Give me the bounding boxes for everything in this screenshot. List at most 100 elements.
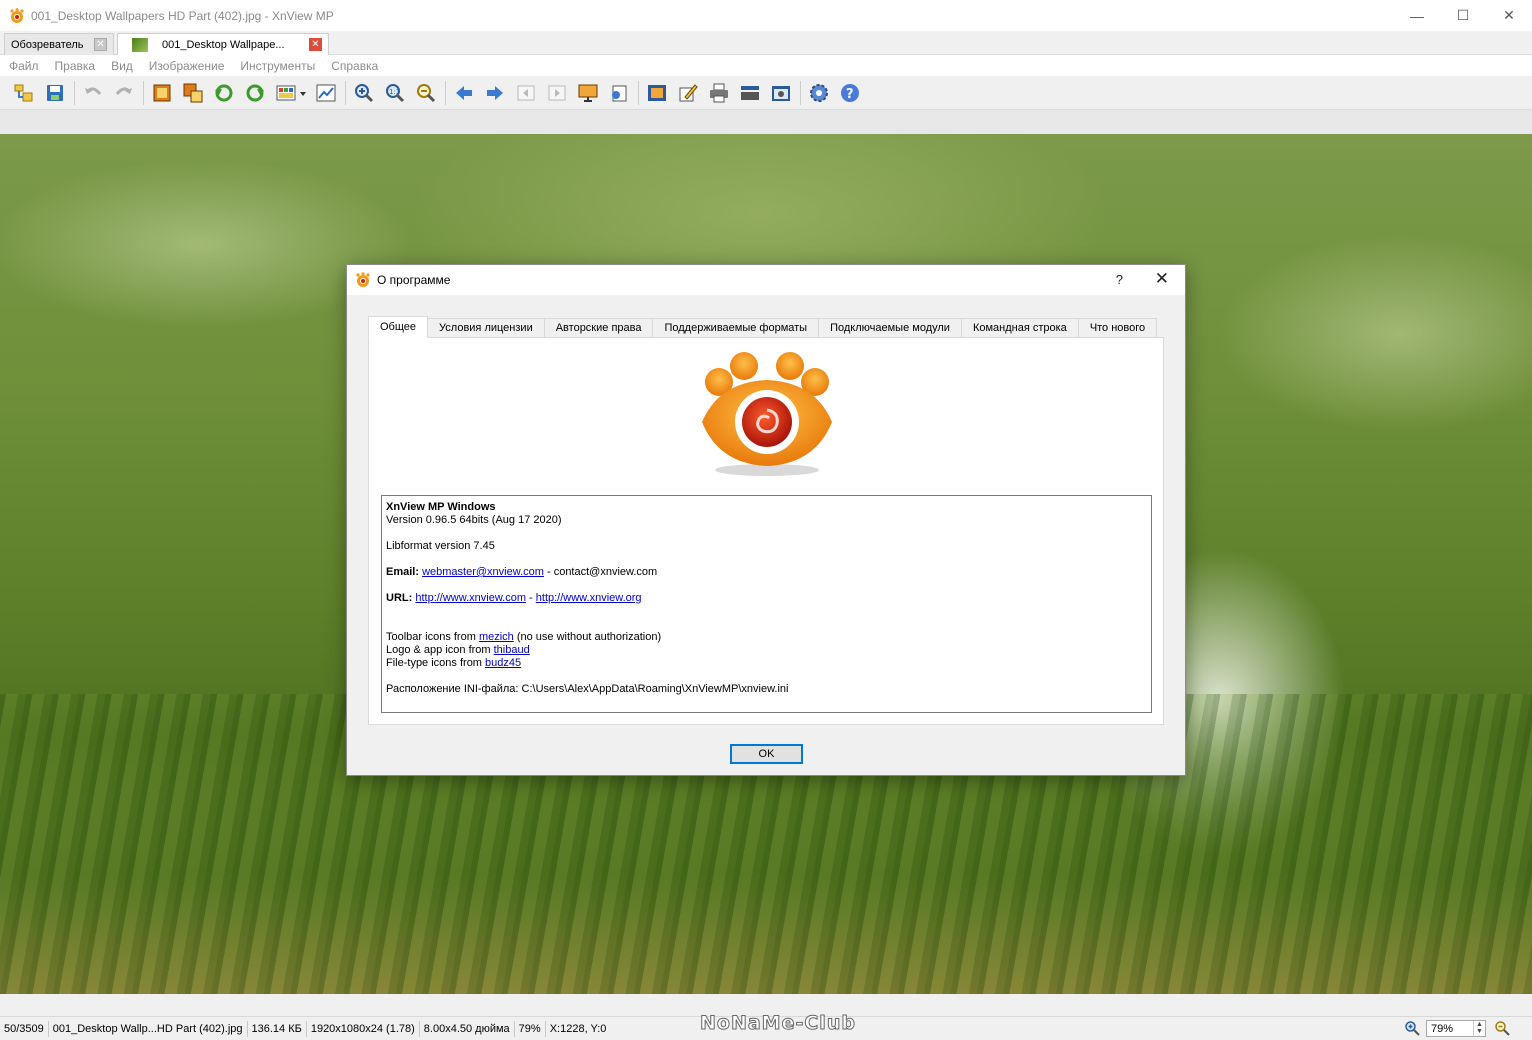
capture-icon[interactable] xyxy=(769,81,793,105)
xnview-app-icon xyxy=(356,272,370,287)
image-thumbnail-icon xyxy=(132,37,148,52)
tab-image[interactable]: 001_Desktop Wallpape... ✕ xyxy=(117,33,329,55)
close-tab-icon[interactable]: ✕ xyxy=(94,38,107,51)
status-filesize: 136.14 КБ xyxy=(248,1020,307,1037)
fullscreen-icon[interactable] xyxy=(645,81,669,105)
menu-bar: Файл Правка Вид Изображение Инструменты … xyxy=(0,55,1532,76)
dialog-title-bar: О программе xyxy=(347,265,1185,295)
about-dialog: О программе ? ✕ Общее Условия лицензии А… xyxy=(346,264,1186,776)
tab-general[interactable]: Общее xyxy=(368,316,429,338)
edit-icon[interactable] xyxy=(676,81,700,105)
tab-label: Обозреватель xyxy=(11,38,84,51)
status-filename: 001_Desktop Wallp...HD Part (402).jpg xyxy=(49,1020,248,1037)
first-icon[interactable] xyxy=(514,81,538,105)
tab-license[interactable]: Условия лицензии xyxy=(428,318,545,338)
menu-view[interactable]: Вид xyxy=(111,59,133,73)
toolbar-separator xyxy=(638,80,639,105)
zoom-out-icon[interactable] xyxy=(1494,1020,1510,1036)
watermark-text: NoNaMe-Club xyxy=(700,1012,856,1035)
menu-help[interactable]: Справка xyxy=(331,59,378,73)
dialog-title: О программе xyxy=(377,273,451,287)
dialog-help-button[interactable]: ? xyxy=(1116,272,1123,287)
next-icon[interactable] xyxy=(483,81,507,105)
logo-credit: Logo & app icon from xyxy=(386,644,494,656)
zoom-in-icon[interactable] xyxy=(1404,1020,1420,1036)
general-panel: XnView MP Windows Version 0.96.5 64bits … xyxy=(368,337,1164,725)
svg-text:?: ? xyxy=(846,87,854,102)
save-icon[interactable] xyxy=(43,81,67,105)
menu-file[interactable]: Файл xyxy=(9,59,39,73)
zoom-spinner[interactable]: ▲ ▼ xyxy=(1473,1021,1485,1036)
xnview-app-icon xyxy=(10,7,24,23)
tab-plugins[interactable]: Подключаемые модули xyxy=(819,318,962,338)
product-name: XnView MP Windows xyxy=(386,501,496,513)
dialog-close-button[interactable]: ✕ xyxy=(1155,269,1169,289)
levels-icon[interactable] xyxy=(314,81,338,105)
filetype-credit: File-type icons from xyxy=(386,657,486,669)
tab-label: 001_Desktop Wallpape... xyxy=(162,38,285,51)
toolbar-credit-note: (no use without authorization) xyxy=(513,631,662,643)
url-link-com[interactable]: http://www.xnview.com xyxy=(415,592,526,604)
mezich-link[interactable]: mezich xyxy=(479,631,514,643)
info-icon[interactable] xyxy=(607,81,631,105)
url-separator: - xyxy=(526,592,536,604)
toolbar-separator xyxy=(143,80,144,105)
document-tabs: Обозреватель ✕ 001_Desktop Wallpape... ✕ xyxy=(0,31,1532,55)
url-link-org[interactable]: http://www.xnview.org xyxy=(536,592,642,604)
version-text: Version 0.96.5 64bits (Aug 17 2020) xyxy=(386,514,562,526)
toolbar-separator xyxy=(74,80,75,105)
maximize-button[interactable]: ☐ xyxy=(1440,0,1486,31)
tab-copyright[interactable]: Авторские права xyxy=(544,318,654,338)
status-print-size: 8.00x4.50 дюйма xyxy=(420,1020,515,1037)
rotate-right-icon[interactable] xyxy=(243,81,267,105)
close-window-button[interactable]: ✕ xyxy=(1486,0,1532,31)
print-icon[interactable] xyxy=(707,81,731,105)
xnview-logo-icon xyxy=(702,352,832,476)
url-label: URL xyxy=(386,592,409,604)
zoom-fit-icon[interactable]: 1:1 xyxy=(383,81,407,105)
email-label: Email xyxy=(386,566,416,578)
zoom-level-value: 79% xyxy=(1431,1022,1454,1035)
tab-formats[interactable]: Поддерживаемые форматы xyxy=(653,318,820,338)
crop-icon[interactable] xyxy=(150,81,174,105)
toolbar-separator xyxy=(345,80,346,105)
last-icon[interactable] xyxy=(545,81,569,105)
browse-icon[interactable] xyxy=(12,81,36,105)
ok-button[interactable]: OK xyxy=(730,744,803,764)
menu-image[interactable]: Изображение xyxy=(149,59,225,73)
previous-icon[interactable] xyxy=(452,81,476,105)
settings-icon[interactable] xyxy=(807,81,831,105)
help-icon[interactable]: ? xyxy=(838,81,862,105)
resize-icon[interactable] xyxy=(181,81,205,105)
tab-browser[interactable]: Обозреватель ✕ xyxy=(4,33,114,55)
color-adjust-icon[interactable] xyxy=(274,81,298,105)
toolbar-separator xyxy=(800,80,801,105)
zoom-level-input[interactable]: 79% ▲ ▼ xyxy=(1426,1020,1486,1037)
dialog-tabs: Общее Условия лицензии Авторские права П… xyxy=(368,316,1158,338)
ini-path-text: Расположение INI-файла: C:\Users\Alex\Ap… xyxy=(386,683,789,695)
zoom-in-icon[interactable] xyxy=(352,81,376,105)
close-tab-icon[interactable]: ✕ xyxy=(309,38,322,51)
menu-edit[interactable]: Правка xyxy=(55,59,96,73)
menu-tools[interactable]: Инструменты xyxy=(240,59,315,73)
tab-command-line[interactable]: Командная строка xyxy=(961,318,1079,338)
title-bar: 001_Desktop Wallpapers HD Part (402).jpg… xyxy=(0,0,1532,31)
status-coords: X:1228, Y:0 xyxy=(549,1022,607,1035)
rotate-left-icon[interactable] xyxy=(212,81,236,105)
undo-icon[interactable] xyxy=(81,81,105,105)
email-rest: - contact@xnview.com xyxy=(543,566,658,578)
status-dimensions: 1920x1080x24 (1.78) xyxy=(307,1020,420,1037)
chevron-down-icon[interactable] xyxy=(299,81,307,105)
zoom-out-icon[interactable] xyxy=(414,81,438,105)
window-title: 001_Desktop Wallpapers HD Part (402).jpg… xyxy=(31,8,334,23)
thibaud-link[interactable]: thibaud xyxy=(494,644,530,656)
email-link[interactable]: webmaster@xnview.com xyxy=(422,566,544,578)
redo-icon[interactable] xyxy=(112,81,136,105)
scan-icon[interactable] xyxy=(738,81,762,105)
minimize-button[interactable]: — xyxy=(1394,0,1440,31)
libformat-text: Libformat version 7.45 xyxy=(386,540,495,552)
about-info-box: XnView MP Windows Version 0.96.5 64bits … xyxy=(381,495,1152,713)
slideshow-icon[interactable] xyxy=(576,81,600,105)
budz45-link[interactable]: budz45 xyxy=(485,657,521,669)
tab-whats-new[interactable]: Что нового xyxy=(1078,318,1158,338)
